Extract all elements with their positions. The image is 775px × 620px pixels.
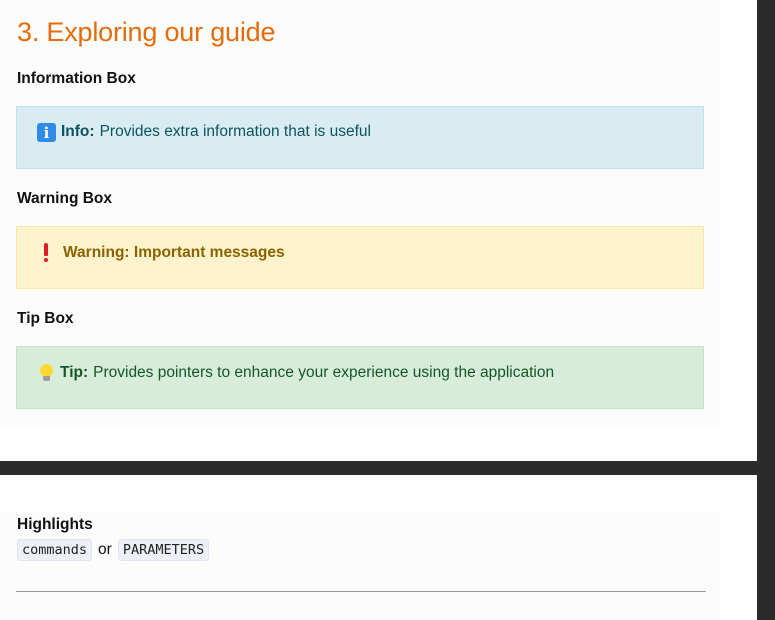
code-chip-parameters: PARAMETERS [117,539,210,561]
info-text: Provides extra information that is usefu… [99,123,371,140]
highlights-connector: or [98,541,112,558]
warning-text: Warning: Important messages [63,244,285,261]
info-label: Info: [61,123,95,140]
warning-callout: Warning: Important messages [16,226,704,289]
info-icon: i [37,123,56,142]
exclamation-icon [41,242,51,264]
viewer-scroll-track [757,0,775,620]
lightbulb-icon [39,362,55,384]
code-chip-commands: commands [17,539,93,561]
highlights-heading: Highlights [17,516,93,533]
warning-box-heading: Warning Box [17,190,113,207]
horizontal-rule [16,591,706,592]
info-callout: i Info: Provides extra information that … [16,106,704,169]
highlights-example: commands or PARAMETERS [17,539,210,561]
tip-text: Provides pointers to enhance your experi… [93,364,555,381]
info-box-heading: Information Box [17,70,136,87]
tip-label: Tip: [60,364,89,381]
tip-callout: Tip: Provides pointers to enhance your e… [16,346,704,409]
tip-box-heading: Tip Box [17,310,74,327]
page-separator [0,461,775,475]
section-title: 3. Exploring our guide [17,17,276,47]
content-area-2 [0,512,720,620]
